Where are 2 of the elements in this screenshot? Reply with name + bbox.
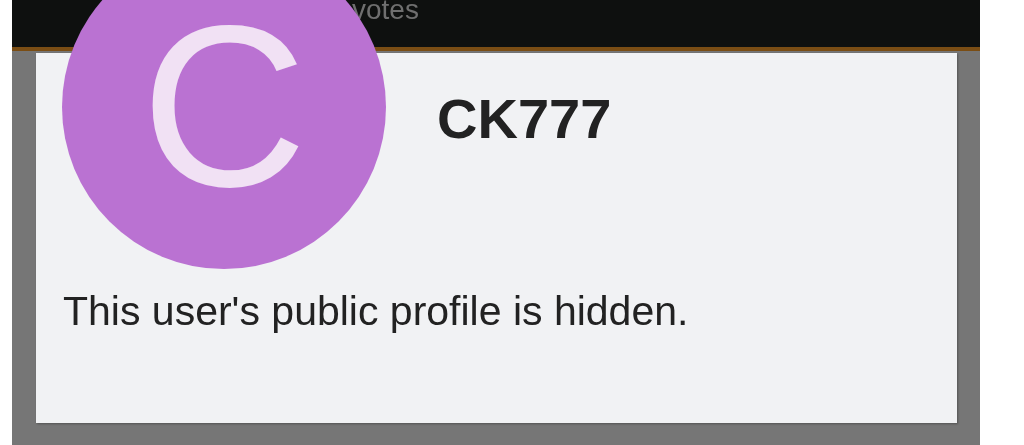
hidden-profile-message: This user's public profile is hidden. bbox=[63, 287, 690, 335]
username: CK777 bbox=[437, 87, 612, 150]
